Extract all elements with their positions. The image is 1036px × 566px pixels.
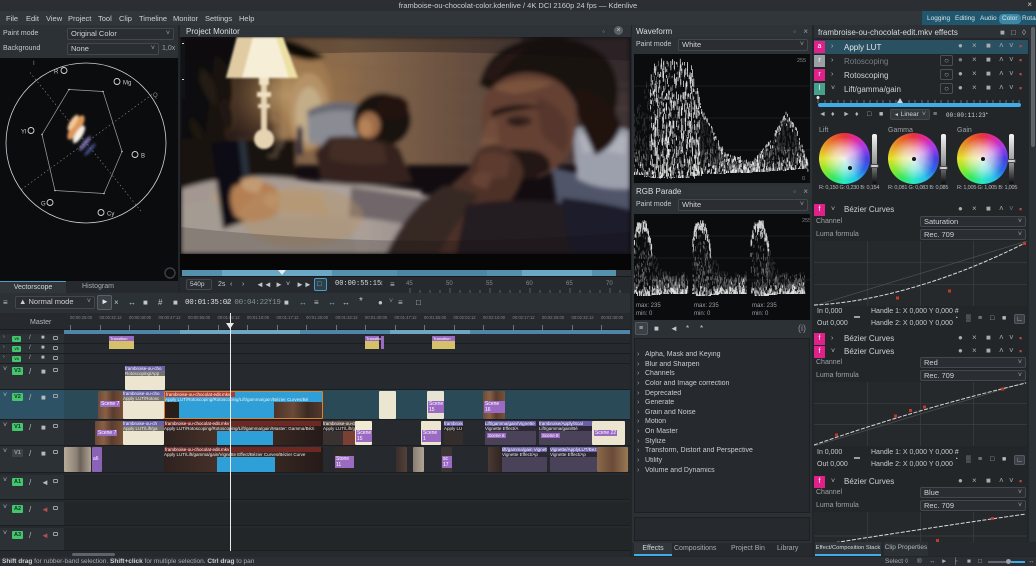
svg-text:Yl: Yl <box>21 130 26 136</box>
svg-text:B: B <box>141 154 145 160</box>
svg-text:R: R <box>54 70 59 76</box>
svg-text:60: 60 <box>526 281 533 287</box>
svg-text:55: 55 <box>486 281 493 287</box>
svg-text:50: 50 <box>446 281 453 287</box>
svg-text:0: 0 <box>802 176 805 182</box>
svg-text:255: 255 <box>797 58 806 64</box>
svg-text:255: 255 <box>802 218 810 224</box>
svg-text:Mg: Mg <box>123 81 131 87</box>
svg-text:45: 45 <box>406 281 413 287</box>
svg-text:G: G <box>41 202 46 208</box>
svg-text:Cy: Cy <box>107 212 114 218</box>
svg-text:Q: Q <box>153 93 158 99</box>
svg-text:I: I <box>33 61 35 67</box>
svg-text:65: 65 <box>566 281 573 287</box>
svg-text:70: 70 <box>606 281 613 287</box>
